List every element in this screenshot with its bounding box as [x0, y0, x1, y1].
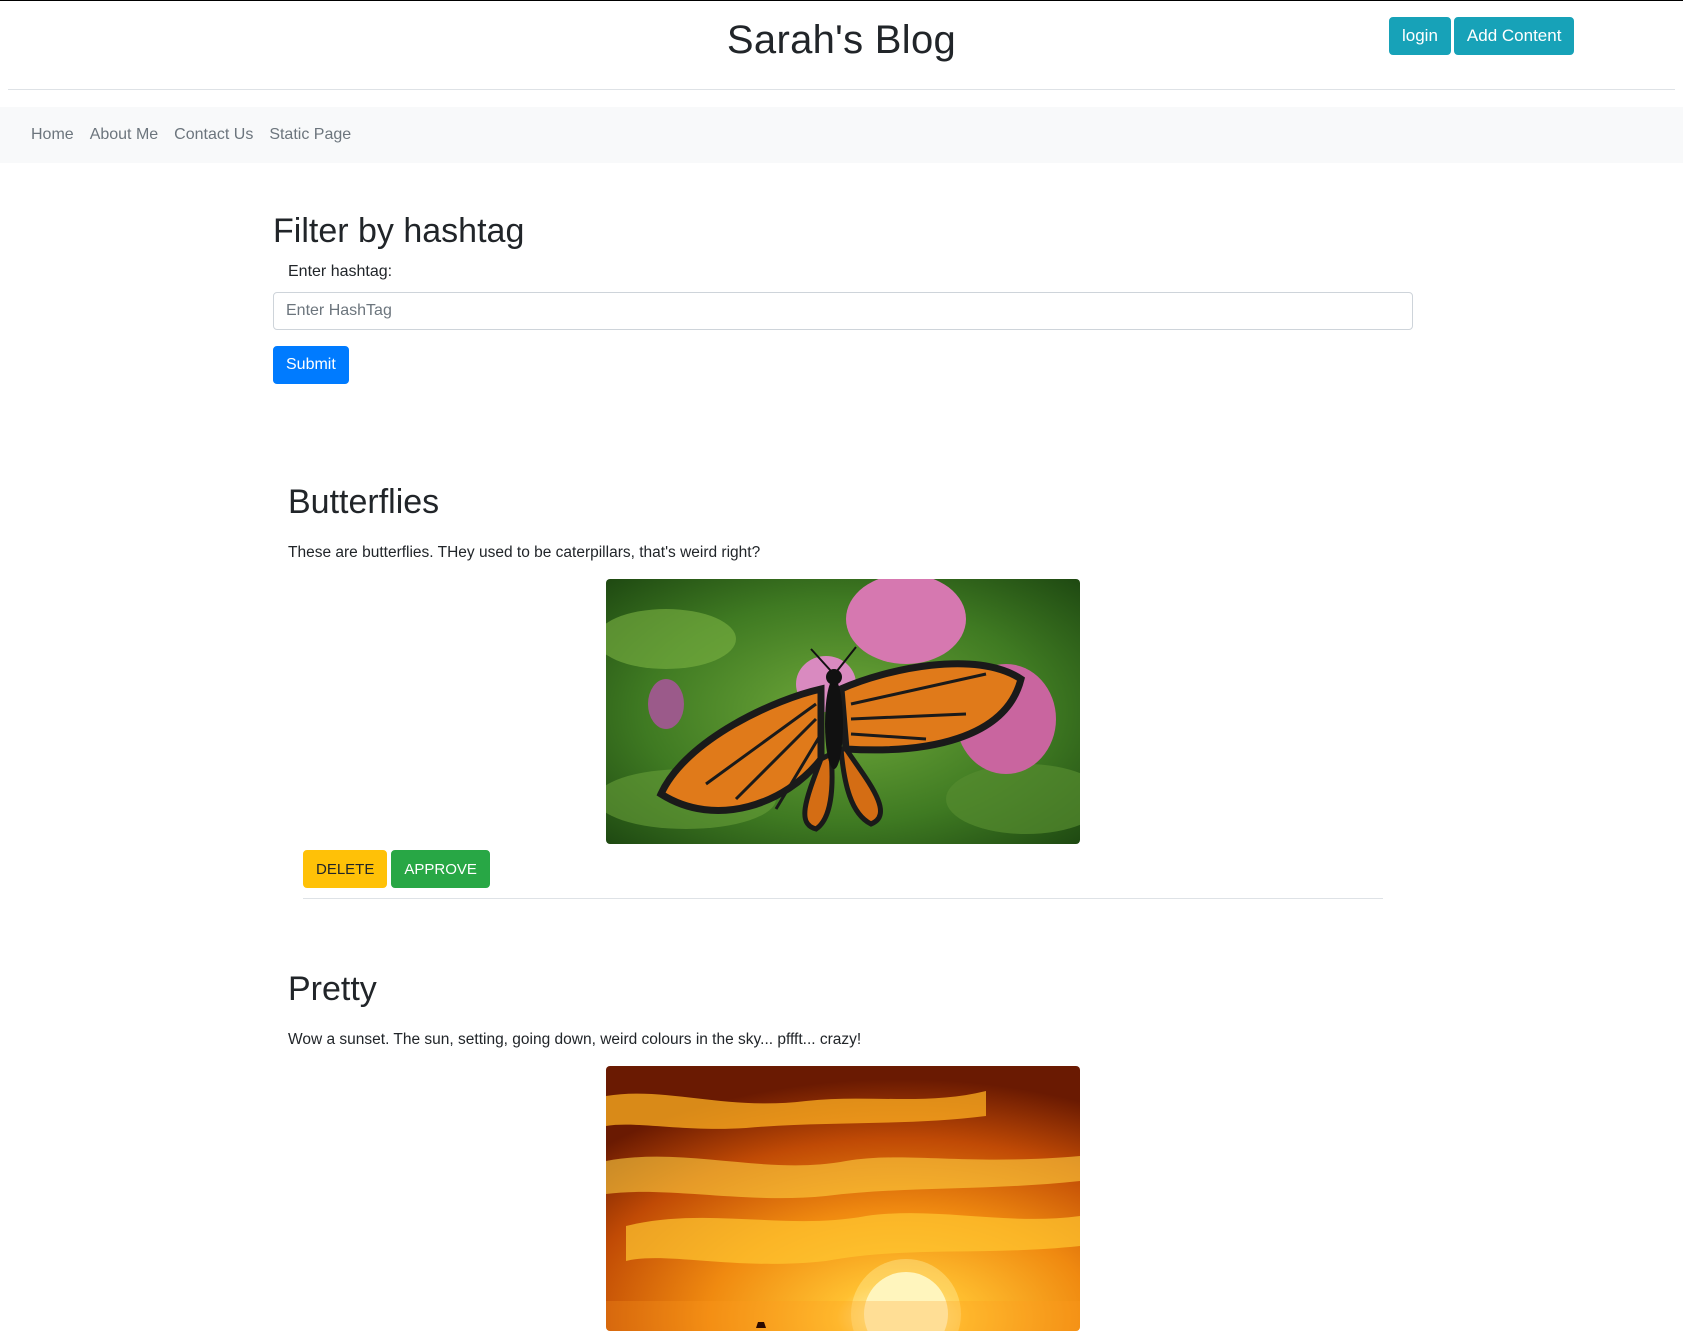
post-body: These are butterflies. THey used to be c…	[288, 544, 761, 561]
site-header: Sarah's Blog login Add Content	[0, 1, 1683, 90]
nav-link-home[interactable]: Home	[31, 126, 74, 144]
sunset-photo-icon	[606, 1066, 1080, 1331]
post-title: Pretty	[288, 970, 377, 1008]
nav-link-static-page[interactable]: Static Page	[269, 126, 351, 144]
hashtag-filter: Filter by hashtag Enter hashtag: Submit	[273, 207, 1413, 384]
post-butterflies: Butterflies These are butterflies. THey …	[288, 478, 1383, 899]
post-body: Wow a sunset. The sun, setting, going do…	[288, 1031, 862, 1048]
sunset-photo	[606, 1066, 1080, 1331]
submit-button[interactable]: Submit	[273, 346, 349, 384]
nav-link-about-me[interactable]: About Me	[90, 126, 158, 144]
butterfly-photo	[606, 579, 1080, 844]
header-divider	[8, 89, 1675, 90]
add-content-button[interactable]: Add Content	[1453, 17, 1575, 55]
header-actions: login Add Content	[1389, 17, 1575, 55]
post-pretty: Pretty Wow a sunset. The sun, setting, g…	[288, 965, 1383, 1331]
main-navbar: Home About Me Contact Us Static Page	[0, 107, 1683, 163]
post-title: Butterflies	[288, 483, 440, 521]
delete-button[interactable]: DELETE	[303, 850, 388, 888]
filter-heading: Filter by hashtag	[273, 212, 525, 250]
login-button[interactable]: login	[1389, 17, 1451, 55]
butterfly-photo-icon	[606, 579, 1080, 844]
nav-link-contact-us[interactable]: Contact Us	[174, 126, 253, 144]
hashtag-label: Enter hashtag:	[288, 263, 393, 280]
post-divider	[303, 898, 1383, 899]
approve-button[interactable]: APPROVE	[391, 850, 490, 888]
hashtag-input[interactable]	[273, 292, 1413, 330]
post-actions: DELETE APPROVE	[303, 850, 490, 888]
